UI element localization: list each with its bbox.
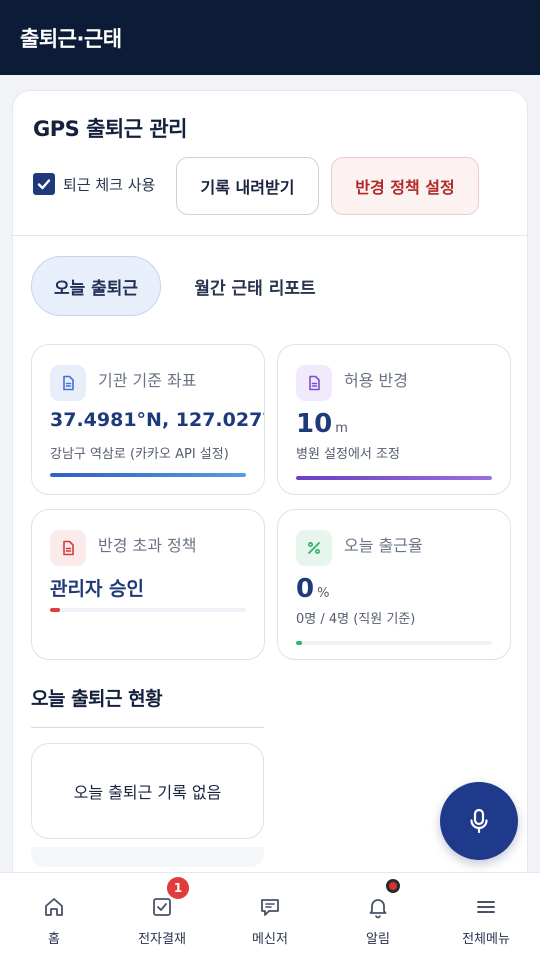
stat-sub: 강남구 역삼로 (카카오 API 설정): [50, 447, 229, 462]
notification-badge: 1: [167, 877, 189, 899]
stat-card-allowed-radius: 허용 반경 10 m 병원 설정에서 조정: [277, 344, 511, 495]
stat-progress-bar: [296, 641, 492, 645]
checkout-check-toggle[interactable]: 퇴근 체크 사용: [33, 173, 155, 195]
stat-value: 0%: [296, 574, 510, 604]
nav-label: 알림: [366, 932, 390, 947]
stat-value: 10 m: [296, 409, 510, 439]
checkbox[interactable]: [33, 173, 55, 195]
nav-item-approval[interactable]: 전자결재 1: [108, 873, 216, 960]
messenger-icon: [261, 899, 279, 916]
card-title: GPS 출퇴근 관리: [33, 117, 187, 141]
stat-progress-bar: [296, 476, 492, 480]
bottom-navigation: 홈 전자결재 1 메신저 알림 전체메뉴: [0, 872, 540, 960]
stat-number: 10: [296, 409, 333, 439]
top-app-bar: 출퇴근·근태: [0, 0, 540, 75]
stat-card-base-coordinates: 기관 기준 좌표 37.4981°N, 127.0277 강남구 역삼로 (카카…: [31, 344, 265, 495]
home-icon: [45, 898, 63, 916]
stat-card-radius-policy: 반경 초과 정책 관리자 승인: [31, 509, 265, 660]
voice-input-button[interactable]: [440, 782, 518, 860]
menu-icon: [477, 901, 495, 913]
tab-monthly-report[interactable]: 월간 근태 리포트: [179, 256, 331, 316]
stat-unit: m: [335, 421, 348, 436]
microphone-icon: [470, 808, 488, 834]
tab-today-attendance[interactable]: 오늘 출퇴근: [31, 256, 161, 316]
stat-sub: 0명 / 4명 (직원 기준): [296, 612, 416, 627]
nav-label: 홈: [48, 932, 60, 947]
stat-sub: 병원 설정에서 조정: [296, 447, 400, 462]
bell-icon: [369, 899, 387, 919]
stat-progress-bar: [50, 473, 246, 477]
stat-progress-bar: [50, 608, 246, 612]
radius-policy-button[interactable]: 반경 정책 설정: [331, 157, 479, 215]
nav-label: 메신저: [252, 932, 288, 947]
empty-state-card: 오늘 출퇴근 기록 없음: [31, 743, 264, 839]
section-divider: [31, 727, 264, 728]
gps-attendance-card: GPS 출퇴근 관리 퇴근 체크 사용 기록 내려받기 반경 정책 설정 오늘 …: [12, 90, 528, 890]
stat-unit: %: [317, 586, 330, 601]
stat-label: 오늘 출근율: [344, 536, 423, 555]
percent-icon: [296, 530, 332, 566]
stat-value: 37.4981°N, 127.0277: [50, 409, 264, 431]
check-icon: [37, 179, 51, 190]
nav-label: 전자결재: [138, 932, 186, 947]
unread-dot: [386, 879, 400, 893]
approval-icon: [153, 898, 171, 916]
stat-number: 0: [296, 574, 315, 604]
document-icon: [50, 365, 86, 401]
section-title: 오늘 출퇴근 현황: [31, 688, 163, 710]
checkbox-label: 퇴근 체크 사용: [63, 175, 156, 194]
stat-label: 허용 반경: [344, 371, 408, 390]
stat-card-attendance-rate: 오늘 출근율 0% 0명 / 4명 (직원 기준): [277, 509, 511, 660]
stat-label: 반경 초과 정책: [98, 536, 197, 555]
list-shadow: [31, 847, 264, 867]
nav-label: 전체메뉴: [462, 932, 510, 947]
nav-item-home[interactable]: 홈: [0, 873, 108, 960]
stat-label: 기관 기준 좌표: [98, 371, 197, 390]
stat-value: 관리자 승인: [50, 578, 145, 600]
document-icon: [50, 530, 86, 566]
nav-item-messenger[interactable]: 메신저: [216, 873, 324, 960]
document-icon: [296, 365, 332, 401]
divider: [13, 235, 527, 236]
nav-item-full-menu[interactable]: 전체메뉴: [432, 873, 540, 960]
app-title: 출퇴근·근태: [20, 26, 122, 51]
nav-item-alerts[interactable]: 알림: [324, 873, 432, 960]
download-records-button[interactable]: 기록 내려받기: [176, 157, 319, 215]
